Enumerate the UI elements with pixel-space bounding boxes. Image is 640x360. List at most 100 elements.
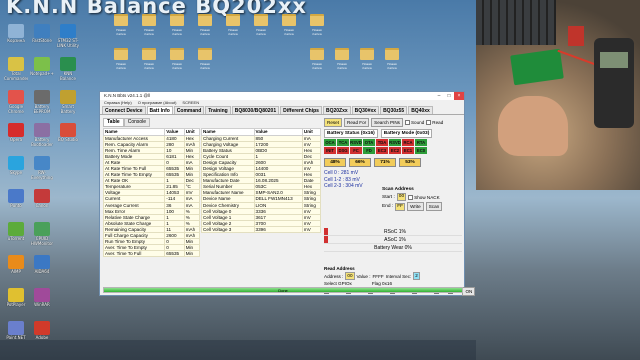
- window-titlebar[interactable]: K.N.N Bbts v24.1.1 @ll – □ ×: [100, 92, 464, 100]
- tab-bq30z55[interactable]: BQ30z55: [380, 106, 408, 114]
- read-checkbox[interactable]: Read: [426, 120, 443, 125]
- desktop-icon[interactable]: AIMP: [4, 255, 28, 279]
- folder-icon[interactable]: Новая папка: [142, 48, 156, 70]
- sound-checkbox[interactable]: Sound: [404, 120, 424, 125]
- scan-button[interactable]: Scan: [425, 202, 443, 211]
- show-nack-checkbox[interactable]: Show NACK: [408, 194, 440, 200]
- address-input[interactable]: 00: [345, 272, 355, 280]
- read-for-button[interactable]: Read For: [344, 118, 370, 127]
- close-button[interactable]: ×: [454, 92, 464, 100]
- desktop-icon-label: RW-Everything: [31, 170, 53, 180]
- desktop-icon[interactable]: RW-Everything: [30, 156, 54, 180]
- tab-bq40xx[interactable]: BQ40xx: [408, 106, 433, 114]
- tab-connect-device[interactable]: Connect Device: [102, 106, 146, 114]
- desktop-icon[interactable]: CPUID HWMonitor: [30, 222, 54, 246]
- desktop-icon[interactable]: FastStone: [30, 24, 54, 48]
- folder-icon[interactable]: Новая папка: [360, 48, 374, 70]
- folder-icon[interactable]: Новая папка: [335, 48, 349, 70]
- end-input[interactable]: FF: [395, 202, 406, 211]
- tab-command[interactable]: Command: [173, 106, 205, 114]
- tab-bq30-xx[interactable]: BQ30#xx: [351, 106, 380, 114]
- table-cell: Aver. Time To Full: [102, 250, 166, 258]
- desktop-icon[interactable]: BQ Studio: [56, 123, 80, 147]
- right-panel: Reset Read For Search PINs Sound Read Ba…: [324, 118, 476, 296]
- desktop-icon-label: CPUID HWMonitor: [30, 236, 54, 246]
- maximize-button[interactable]: □: [444, 92, 454, 100]
- desktop-icon[interactable]: Notepad++: [30, 57, 54, 81]
- folder-icon[interactable]: Новая папка: [114, 14, 128, 36]
- desktop-icon-label: FastStone: [32, 38, 52, 43]
- write-button[interactable]: Write: [407, 202, 424, 211]
- folder-icon[interactable]: Новая папка: [170, 48, 184, 70]
- desktop-icon[interactable]: STM32 ST-LINK Utility: [56, 24, 80, 48]
- app-icon: [60, 24, 76, 38]
- folder-icon[interactable]: Новая папка: [385, 48, 399, 70]
- folder-icon[interactable]: Новая папка: [198, 48, 212, 70]
- desktop-icon[interactable]: Smart Battery: [56, 90, 80, 114]
- scan-pins-button[interactable]: Search PINs: [371, 118, 403, 127]
- rsoc-text: RSoC 1%: [384, 229, 406, 235]
- tab-batt-info[interactable]: Batt Info: [146, 106, 173, 114]
- desktop-icon[interactable]: uTorrent: [4, 222, 28, 246]
- desktop-icon[interactable]: AIDA64: [30, 255, 54, 279]
- folder-icon[interactable]: Новая папка: [254, 14, 268, 36]
- tab-training[interactable]: Training: [205, 106, 231, 114]
- desktop-icon[interactable]: Google Chrome: [4, 90, 28, 114]
- desktop-icon[interactable]: Skype: [4, 156, 28, 180]
- desktop-icon[interactable]: Battery Bootloader: [30, 123, 54, 147]
- on-button[interactable]: ON: [462, 287, 476, 296]
- asoc-readout: ASoC 1%: [324, 236, 462, 244]
- folder-icon[interactable]: Новая папка: [198, 14, 212, 36]
- start-input[interactable]: 00: [396, 193, 407, 201]
- status-flag-ec0: EC0: [415, 147, 427, 154]
- app-icon: [34, 222, 50, 236]
- battery-mode-tab[interactable]: Battery Mode (0x03): [380, 129, 433, 138]
- table-row[interactable]: Cell Voltage 3 3396 mV: [201, 225, 322, 234]
- folder-icon[interactable]: Новая папка: [310, 48, 324, 70]
- folder-icon[interactable]: Новая папка: [170, 14, 184, 36]
- desktop-icon[interactable]: Корзина: [4, 24, 28, 48]
- app-icon: [8, 123, 24, 137]
- desktop-icon[interactable]: Total Commander: [4, 57, 28, 81]
- battery-status-tab[interactable]: Battery Status (0x16): [324, 129, 378, 138]
- folder-icon[interactable]: Новая папка: [310, 14, 324, 36]
- tab-bq20zxx[interactable]: BQ20Zxx: [322, 106, 351, 114]
- folder-icon[interactable]: Новая папка: [114, 48, 128, 70]
- folder-icon[interactable]: Новая папка: [282, 14, 296, 36]
- address-label: Address :: [324, 273, 344, 279]
- desktop-icon[interactable]: Battery EEPROM Works: [30, 90, 54, 114]
- status-flag-ec3: EC3: [376, 147, 388, 154]
- desktop-icon[interactable]: PotPlayer: [4, 288, 28, 312]
- hand-image: [498, 96, 568, 156]
- status-flag-init: INIT: [324, 147, 336, 154]
- scan-address-label: Scan Address: [382, 187, 414, 192]
- desktop-icon-label: Battery EEPROM Works: [33, 104, 51, 114]
- interval-input[interactable]: 2: [413, 272, 420, 280]
- status-flag-rsvd: RSVD: [389, 139, 401, 146]
- folder-label: Новая папка: [228, 28, 238, 36]
- minimize-button[interactable]: –: [434, 92, 444, 100]
- module-image: [568, 26, 584, 46]
- table-row[interactable]: At Rate Time To Empty 65535 Min: [102, 171, 201, 179]
- subtab-console[interactable]: Console: [123, 118, 151, 127]
- folder-icon[interactable]: Новая папка: [142, 14, 156, 36]
- app-icon: [8, 24, 24, 38]
- tab-bq8030-bq80201[interactable]: BQ8030/BQ80201: [231, 106, 280, 114]
- reset-button[interactable]: Reset: [324, 118, 343, 127]
- folder-icon[interactable]: Новая папка: [226, 14, 240, 36]
- subtab-table[interactable]: Table: [103, 118, 124, 127]
- cell-percent: 48%: [324, 158, 346, 167]
- desktop-icon[interactable]: Canon: [30, 189, 54, 213]
- table-cell: Cell Voltage 3: [201, 225, 255, 234]
- value-output: FFFF: [372, 273, 384, 279]
- desktop-icon[interactable]: Opera: [4, 123, 28, 147]
- table-row[interactable]: Aver. Time To Full 65535 Min: [102, 250, 201, 258]
- desktop-icon[interactable]: Punto: [4, 189, 28, 213]
- desktop-icon[interactable]: KNN Balance: [56, 57, 80, 81]
- desktop-icon-label: WinRAR: [34, 302, 50, 307]
- desktop-icon[interactable]: WinRAR: [30, 288, 54, 312]
- value-label: Value :: [356, 273, 371, 279]
- tab-different-chips[interactable]: Different Chips: [280, 106, 322, 114]
- folder-label: Новая папка: [144, 28, 154, 36]
- wear-readout: Battery Wear 0%: [324, 244, 462, 252]
